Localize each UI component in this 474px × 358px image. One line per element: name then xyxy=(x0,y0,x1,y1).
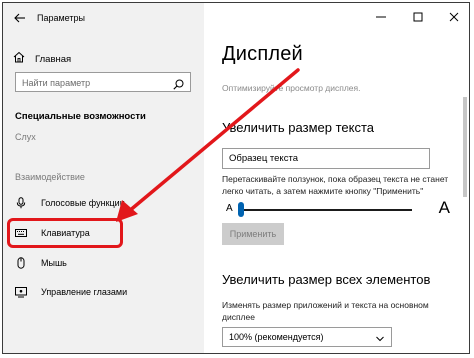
microphone-icon xyxy=(15,197,27,209)
section-title: Специальные возможности xyxy=(15,111,146,122)
sidebar-item-eye-control[interactable]: Управление глазами xyxy=(15,284,127,300)
chevron-down-icon xyxy=(376,334,384,342)
search-field[interactable] xyxy=(15,72,191,92)
scale-dropdown-value: 100% (рекомендуется) xyxy=(229,332,324,342)
settings-window: Главная Специальные возможности Слух Вза… xyxy=(2,2,470,354)
sidebar-item-label: Мышь xyxy=(41,258,67,268)
window-title: Параметры xyxy=(37,13,85,23)
home-icon xyxy=(13,50,25,68)
all-size-description: Изменять размер приложений и текста на о… xyxy=(222,300,429,322)
group-label-hearing: Слух xyxy=(15,132,36,142)
back-arrow-icon[interactable] xyxy=(13,11,27,25)
search-input[interactable] xyxy=(20,74,174,92)
sidebar: Главная Специальные возможности Слух Вза… xyxy=(3,3,204,353)
all-size-heading: Увеличить размер всех элементов xyxy=(222,272,431,287)
keyboard-highlight-box xyxy=(7,218,123,248)
slider-max-label: A xyxy=(438,198,450,217)
slider-min-label: A xyxy=(226,203,233,214)
mouse-icon xyxy=(15,257,27,269)
scrollbar[interactable] xyxy=(463,97,467,197)
group-label-interaction: Взаимодействие xyxy=(15,172,85,182)
text-size-heading: Увеличить размер текста xyxy=(222,120,375,135)
text-size-description: Перетаскивайте ползунок, пока образец те… xyxy=(222,174,449,196)
search-icon[interactable] xyxy=(173,77,184,90)
text-sample-box: Образец текста xyxy=(222,148,430,169)
slider-track[interactable] xyxy=(240,209,412,211)
sidebar-item-mouse[interactable]: Мышь xyxy=(15,255,67,271)
sidebar-item-speech[interactable]: Голосовые функции xyxy=(15,195,125,211)
page-title: Дисплей xyxy=(222,43,303,65)
apply-button[interactable]: Применить xyxy=(222,223,284,245)
page-subtitle: Оптимизируйте просмотр дисплея. xyxy=(222,83,361,93)
home-label: Главная xyxy=(35,53,72,65)
text-size-slider[interactable]: A A xyxy=(226,198,450,218)
slider-thumb[interactable] xyxy=(238,202,244,217)
sidebar-item-label: Управление глазами xyxy=(41,287,128,297)
home-nav-item[interactable]: Главная xyxy=(13,50,71,68)
eye-control-icon xyxy=(15,286,27,298)
sidebar-item-label: Голосовые функции xyxy=(41,198,125,208)
main-content: Дисплей Оптимизируйте просмотр дисплея. … xyxy=(204,3,469,353)
scale-dropdown[interactable]: 100% (рекомендуется) xyxy=(222,327,392,347)
